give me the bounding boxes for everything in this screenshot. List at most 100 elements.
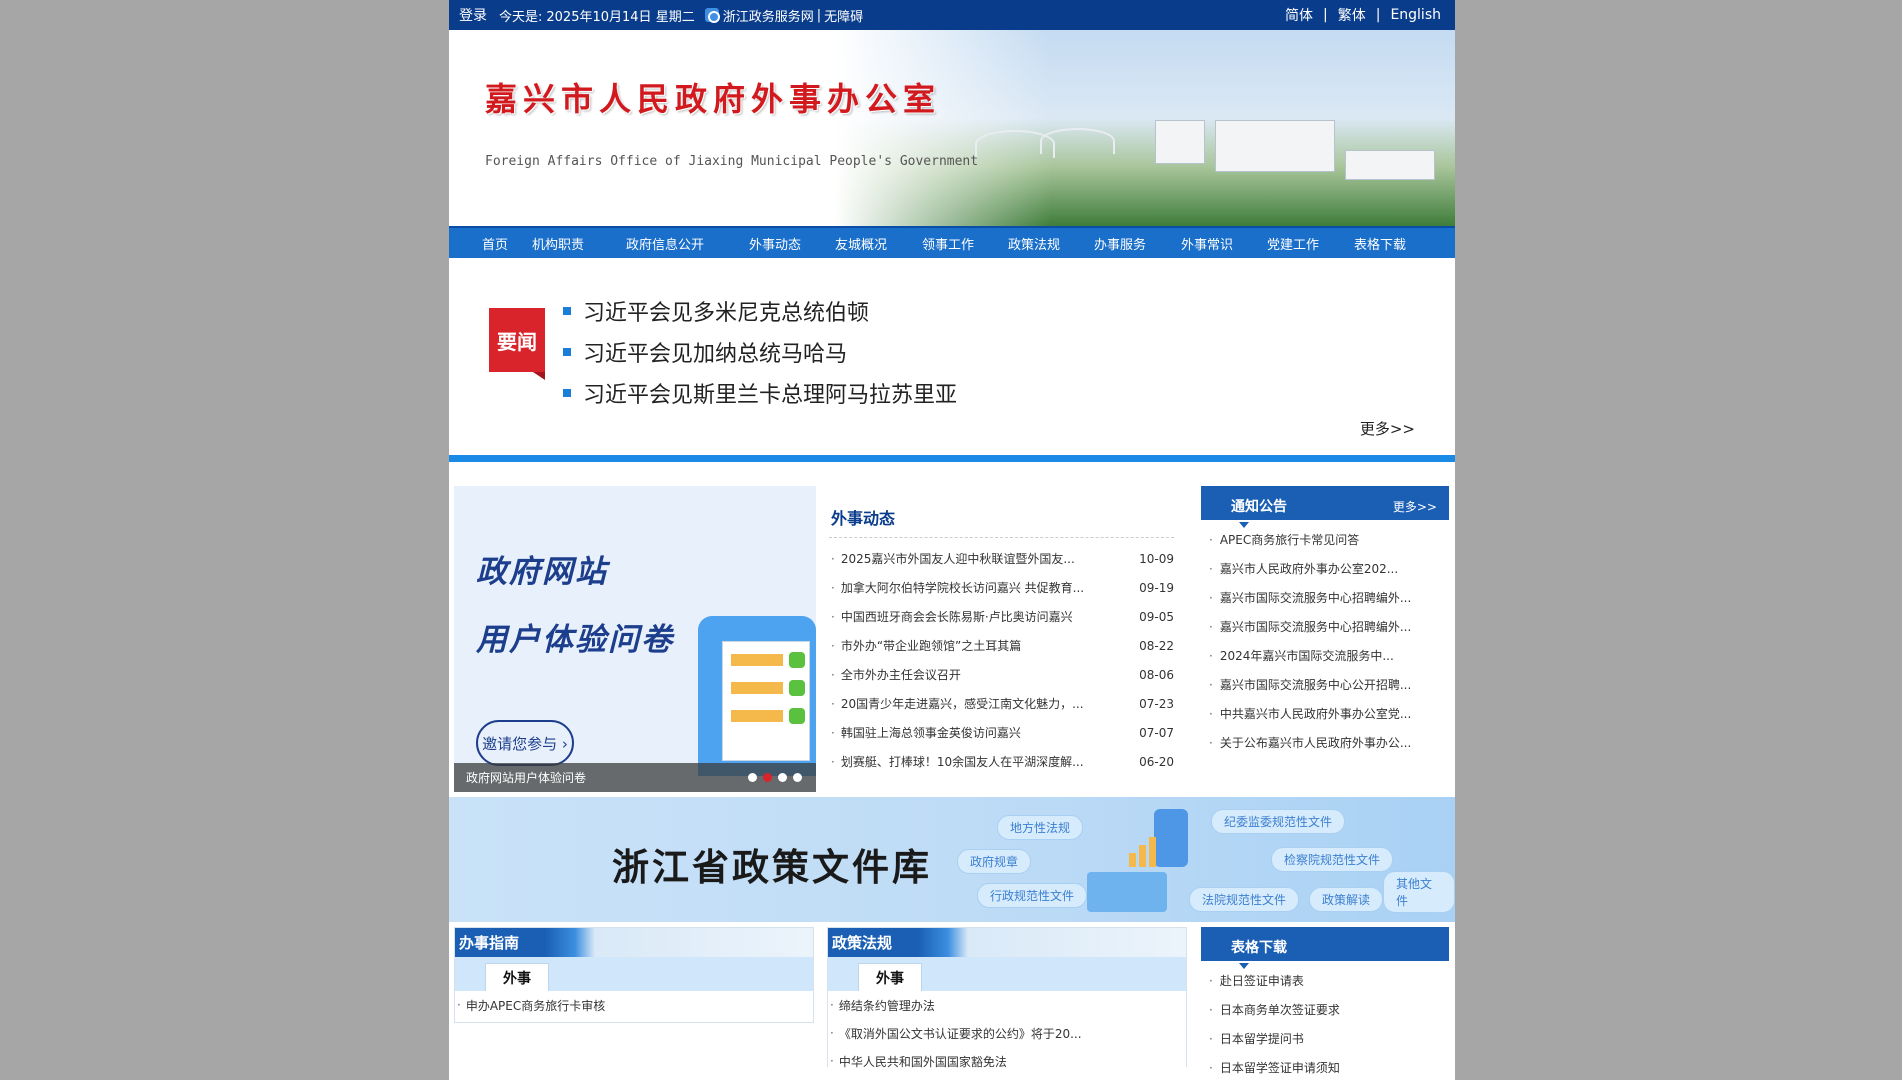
bullet-dot: · bbox=[1209, 1060, 1213, 1075]
site-subtitle: Foreign Affairs Office of Jiaxing Munici… bbox=[485, 154, 979, 169]
nav-knowledge[interactable]: 外事常识 bbox=[1181, 234, 1267, 253]
notice-title[interactable]: 通知公告 bbox=[1231, 496, 1287, 528]
invite-button[interactable]: 邀请您参与 › bbox=[476, 720, 574, 766]
policy-tag[interactable]: 政策解读 bbox=[1309, 887, 1384, 912]
policy-tag[interactable]: 政府规章 bbox=[957, 849, 1032, 874]
notice-item[interactable]: · APEC商务旅行卡常见问答 bbox=[1201, 525, 1449, 554]
slider-dots bbox=[748, 773, 802, 782]
forms-item[interactable]: · 赴日签证申请表 bbox=[1201, 966, 1449, 995]
policy-tag[interactable]: 检察院规范性文件 bbox=[1271, 847, 1394, 872]
notice-item[interactable]: · 嘉兴市国际交流服务中心招聘编外... bbox=[1201, 612, 1449, 641]
bar-graphic bbox=[1149, 837, 1156, 867]
laws-item[interactable]: · 缔结条约管理办法 bbox=[828, 991, 1186, 1019]
nav-party[interactable]: 党建工作 bbox=[1267, 234, 1354, 253]
headline-list: 习近平会见多米尼克总统伯顿 习近平会见加纳总统马哈马 习近平会见斯里兰卡总理阿马… bbox=[563, 290, 957, 413]
main-nav: 首页 机构职责 政府信息公开 外事动态 友城概况 领事工作 政策法规 办事服务 … bbox=[449, 226, 1455, 258]
notice-item[interactable]: · 嘉兴市国际交流服务中心公开招聘... bbox=[1201, 670, 1449, 699]
headline-badge: 要闻 bbox=[489, 308, 545, 380]
notice-item[interactable]: · 中共嘉兴市人民政府外事办公室党... bbox=[1201, 699, 1449, 728]
nav-sister-cities[interactable]: 友城概况 bbox=[835, 234, 922, 253]
headline-text: 习近平会见多米尼克总统伯顿 bbox=[583, 300, 870, 326]
zw-service-link[interactable]: 浙江政务服务网 bbox=[723, 6, 814, 25]
forms-item[interactable]: · 日本商务单次签证要求 bbox=[1201, 995, 1449, 1024]
nav-org-duties[interactable]: 机构职责 bbox=[532, 234, 626, 253]
nav-foreign-news[interactable]: 外事动态 bbox=[749, 234, 835, 253]
image-slider[interactable]: 政府网站 用户体验问卷 邀请您参与 › 政府网站用户体验问卷 bbox=[454, 486, 816, 792]
policy-tag[interactable]: 法院规范性文件 bbox=[1189, 887, 1300, 912]
policy-tag[interactable]: 行政规范性文件 bbox=[977, 883, 1088, 908]
nav-forms[interactable]: 表格下载 bbox=[1354, 234, 1434, 253]
headline-item[interactable]: 习近平会见斯里兰卡总理阿马拉苏里亚 bbox=[563, 372, 957, 413]
notice-item[interactable]: · 嘉兴市国际交流服务中心招聘编外... bbox=[1201, 583, 1449, 612]
lang-traditional[interactable]: 繁体 bbox=[1338, 5, 1366, 25]
bullet-dot: · bbox=[831, 725, 835, 740]
policy-tag[interactable]: 纪委监委规范性文件 bbox=[1211, 809, 1346, 834]
news-item[interactable]: · 中国西班牙商会会长陈易斯·卢比奥访问嘉兴 09-05 bbox=[829, 602, 1174, 631]
middle-section: 政府网站 用户体验问卷 邀请您参与 › 政府网站用户体验问卷 外事动态 · 20… bbox=[449, 462, 1455, 797]
bullet-dot: · bbox=[1209, 561, 1213, 576]
news-title: 划赛艇、打棒球！10余国友人在平湖深度解... bbox=[840, 755, 1084, 769]
guide-item[interactable]: · 申办APEC商务旅行卡审核 bbox=[455, 991, 813, 1019]
bullet-dot: · bbox=[1209, 973, 1213, 988]
login-link[interactable]: 登录 bbox=[459, 5, 487, 25]
bar-graphic-illustration bbox=[1129, 837, 1169, 867]
notice-item[interactable]: · 2024年嘉兴市国际交流服务中... bbox=[1201, 641, 1449, 670]
slider-dot-active[interactable] bbox=[763, 773, 772, 782]
news-heading[interactable]: 外事动态 bbox=[829, 486, 1174, 538]
news-item[interactable]: · 20国青少年走进嘉兴，感受江南文化魅力，... 07-23 bbox=[829, 689, 1174, 718]
slider-dot[interactable] bbox=[793, 773, 802, 782]
nav-services[interactable]: 办事服务 bbox=[1094, 234, 1181, 253]
headline-text: 习近平会见斯里兰卡总理阿马拉苏里亚 bbox=[583, 382, 958, 408]
notice-item[interactable]: · 关于公布嘉兴市人民政府外事办公... bbox=[1201, 728, 1449, 757]
forms-item[interactable]: · 日本留学提问书 bbox=[1201, 1024, 1449, 1053]
nav-consular[interactable]: 领事工作 bbox=[922, 234, 1008, 253]
laws-item-text: 缔结条约管理办法 bbox=[838, 998, 935, 1013]
news-date: 08-22 bbox=[1139, 638, 1174, 653]
nav-gov-info[interactable]: 政府信息公开 bbox=[626, 234, 749, 253]
news-date: 07-23 bbox=[1139, 696, 1174, 711]
guide-heading[interactable]: 办事指南 bbox=[455, 928, 813, 957]
news-item[interactable]: · 韩国驻上海总领事金英俊访问嘉兴 07-07 bbox=[829, 718, 1174, 747]
slider-dot[interactable] bbox=[748, 773, 757, 782]
notice-text: 嘉兴市人民政府外事办公室202... bbox=[1219, 562, 1399, 576]
forms-item[interactable]: · 日本留学签证申请须知 bbox=[1201, 1053, 1449, 1080]
news-item[interactable]: · 2025嘉兴市外国友人迎中秋联谊暨外国友... 10-09 bbox=[829, 544, 1174, 573]
slider-dot[interactable] bbox=[778, 773, 787, 782]
policy-tag[interactable]: 其他文件 bbox=[1383, 871, 1455, 913]
bullet-dot: · bbox=[1209, 706, 1213, 721]
nav-home[interactable]: 首页 bbox=[482, 234, 532, 253]
forms-title[interactable]: 表格下载 bbox=[1231, 937, 1287, 969]
laws-item[interactable]: · 《取消外国公文书认证要求的公约》将于20... bbox=[828, 1019, 1186, 1047]
bullet-dot: · bbox=[831, 696, 835, 711]
guide-tab-foreign[interactable]: 外事 bbox=[485, 963, 549, 991]
news-item[interactable]: · 加拿大阿尔伯特学院校长访问嘉兴 共促教育... 09-19 bbox=[829, 573, 1174, 602]
laws-item[interactable]: · 中华人民共和国外国国家豁免法 bbox=[828, 1047, 1186, 1075]
nav-policy[interactable]: 政策法规 bbox=[1008, 234, 1094, 253]
notice-text: 嘉兴市国际交流服务中心招聘编外... bbox=[1219, 620, 1412, 634]
notice-text: 嘉兴市国际交流服务中心招聘编外... bbox=[1219, 591, 1412, 605]
notice-item[interactable]: · 嘉兴市人民政府外事办公室202... bbox=[1201, 554, 1449, 583]
policy-library-banner[interactable]: 浙江省政策文件库 地方性法规 纪委监委规范性文件 政府规章 检察院规范性文件 行… bbox=[449, 797, 1455, 922]
policy-tag[interactable]: 地方性法规 bbox=[997, 815, 1084, 840]
building-shape bbox=[1345, 150, 1435, 180]
accessibility-link[interactable]: 无障碍 bbox=[824, 6, 863, 25]
laws-heading[interactable]: 政策法规 bbox=[828, 928, 1186, 957]
news-item[interactable]: · 市外办“带企业跑领馆”之土耳其篇 08-22 bbox=[829, 631, 1174, 660]
headline-item[interactable]: 习近平会见加纳总统马哈马 bbox=[563, 331, 957, 372]
news-item[interactable]: · 全市外办主任会议召开 08-06 bbox=[829, 660, 1174, 689]
checkbox-icon bbox=[789, 652, 805, 668]
lang-simplified[interactable]: 简体 bbox=[1285, 5, 1313, 25]
checkbox-icon bbox=[789, 680, 805, 696]
laws-tab-foreign[interactable]: 外事 bbox=[858, 963, 922, 991]
headline-more-link[interactable]: 更多>> bbox=[1360, 418, 1415, 439]
notice-more-link[interactable]: 更多>> bbox=[1393, 498, 1437, 515]
banner-photo bbox=[835, 30, 1455, 226]
lang-english[interactable]: English bbox=[1390, 7, 1441, 23]
news-date: 10-09 bbox=[1139, 551, 1174, 566]
headline-section: 要闻 习近平会见多米尼克总统伯顿 习近平会见加纳总统马哈马 习近平会见斯里兰卡总… bbox=[449, 258, 1455, 462]
bullet-dot: · bbox=[1209, 532, 1213, 547]
forms-header: 表格下载 bbox=[1201, 927, 1449, 969]
headline-item[interactable]: 习近平会见多米尼克总统伯顿 bbox=[563, 290, 957, 331]
news-item[interactable]: · 划赛艇、打棒球！10余国友人在平湖深度解... 06-20 bbox=[829, 747, 1174, 776]
separator: | bbox=[1323, 7, 1328, 23]
